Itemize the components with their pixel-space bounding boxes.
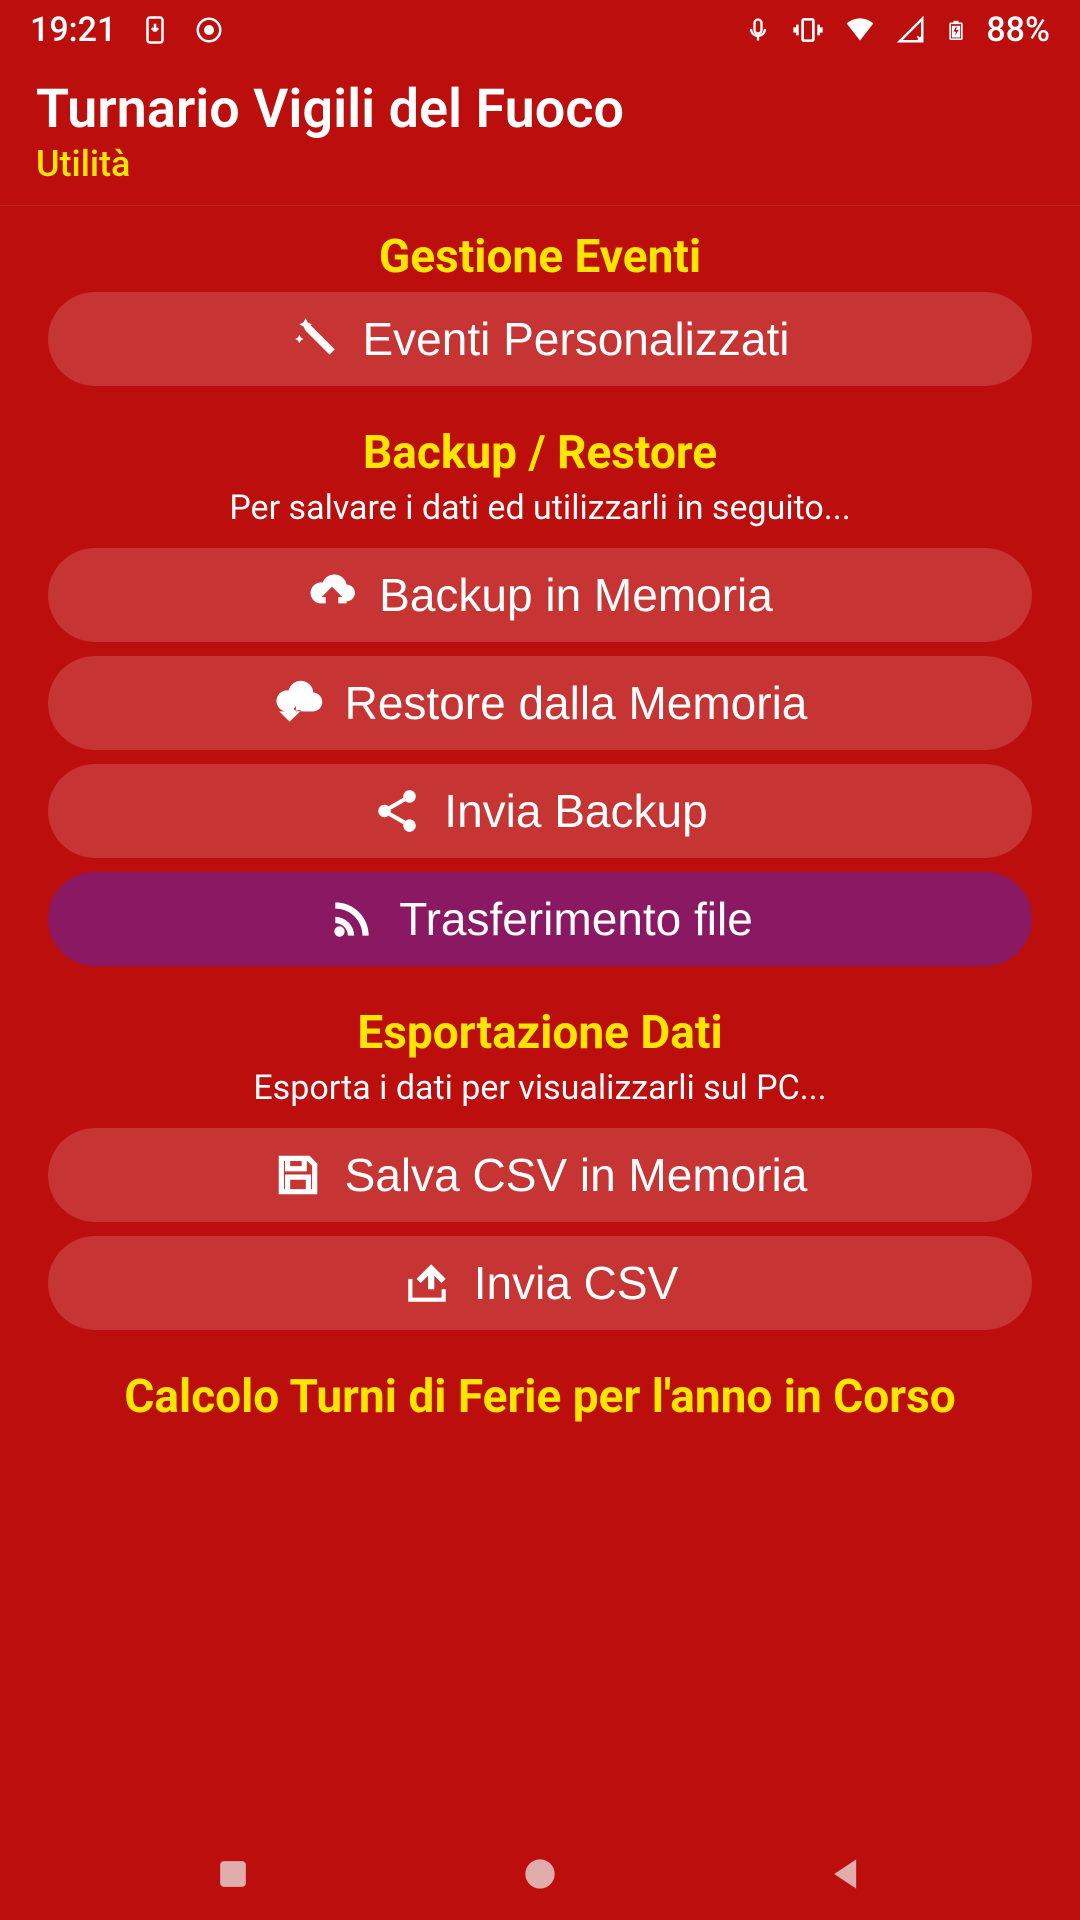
custom-events-button[interactable]: Eventi Personalizzati (48, 292, 1032, 386)
home-button[interactable] (518, 1852, 562, 1896)
cloud-upload-icon (307, 570, 357, 620)
send-csv-button[interactable]: Invia CSV (48, 1236, 1032, 1330)
save-csv-label: Salva CSV in Memoria (345, 1148, 808, 1202)
rss-icon (327, 894, 377, 944)
vibrate-icon (792, 14, 824, 46)
section-backup: Backup / Restore Per salvare i dati ed u… (48, 426, 1032, 966)
section-desc-export: Esporta i dati per visualizzarli sul PC.… (48, 1068, 1032, 1108)
recent-apps-button[interactable] (211, 1852, 255, 1896)
status-left: 19:21 (30, 10, 224, 50)
status-right: 88% (744, 10, 1050, 50)
record-icon (194, 15, 224, 45)
navigation-bar (0, 1828, 1080, 1920)
mic-icon (744, 16, 772, 44)
app-title: Turnario Vigili del Fuoco (36, 78, 1044, 141)
section-title-backup: Backup / Restore (48, 426, 1032, 480)
transfer-file-button[interactable]: Trasferimento file (48, 872, 1032, 966)
section-title-export: Esportazione Dati (48, 1006, 1032, 1060)
back-button[interactable] (825, 1852, 869, 1896)
custom-events-label: Eventi Personalizzati (363, 312, 790, 366)
send-csv-label: Invia CSV (474, 1256, 679, 1310)
save-csv-button[interactable]: Salva CSV in Memoria (48, 1128, 1032, 1222)
download-icon (140, 15, 170, 45)
section-events: Gestione Eventi Eventi Personalizzati (48, 230, 1032, 386)
cloud-download-icon (273, 678, 323, 728)
status-battery: 88% (986, 10, 1050, 50)
send-backup-button[interactable]: Invia Backup (48, 764, 1032, 858)
section-title-events: Gestione Eventi (48, 230, 1032, 284)
partial-section-title: Calcolo Turni di Ferie per l'anno in Cor… (48, 1370, 1032, 1424)
status-time: 19:21 (30, 10, 116, 50)
backup-memory-label: Backup in Memoria (379, 568, 773, 622)
send-backup-label: Invia Backup (444, 784, 707, 838)
signal-icon (896, 15, 926, 45)
section-export: Esportazione Dati Esporta i dati per vis… (48, 1006, 1032, 1330)
restore-memory-button[interactable]: Restore dalla Memoria (48, 656, 1032, 750)
backup-memory-button[interactable]: Backup in Memoria (48, 548, 1032, 642)
save-icon (273, 1150, 323, 1200)
main-content: Gestione Eventi Eventi Personalizzati Ba… (0, 206, 1080, 1424)
restore-memory-label: Restore dalla Memoria (345, 676, 808, 730)
wifi-icon (844, 14, 876, 46)
battery-icon (946, 14, 966, 46)
wand-icon (291, 314, 341, 364)
transfer-file-label: Trasferimento file (399, 892, 753, 946)
app-subtitle: Utilità (36, 143, 1044, 185)
share-icon (372, 786, 422, 836)
app-header: Turnario Vigili del Fuoco Utilità (0, 60, 1080, 206)
export-icon (402, 1258, 452, 1308)
section-desc-backup: Per salvare i dati ed utilizzarli in seg… (48, 488, 1032, 528)
status-bar: 19:21 88% (0, 0, 1080, 60)
